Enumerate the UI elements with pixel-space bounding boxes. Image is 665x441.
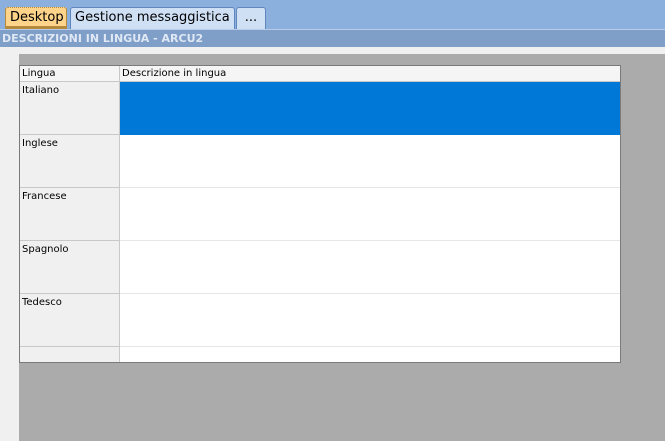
description-cell-inglese[interactable] bbox=[120, 135, 620, 188]
description-cell-tedesco[interactable] bbox=[120, 294, 620, 347]
row-header-italiano[interactable]: Italiano bbox=[20, 82, 120, 135]
language-description-grid: Lingua Descrizione in lingua Italiano In… bbox=[19, 65, 621, 363]
tab-gestione-messaggistica[interactable]: Gestione messaggistica bbox=[70, 7, 235, 29]
row-header-tedesco[interactable]: Tedesco bbox=[20, 294, 120, 347]
row-header-francese[interactable]: Francese bbox=[20, 188, 120, 241]
left-margin bbox=[0, 54, 19, 441]
description-cell-new[interactable] bbox=[120, 347, 620, 362]
description-cell-spagnolo[interactable] bbox=[120, 241, 620, 294]
tab-more[interactable]: ... bbox=[236, 7, 266, 29]
row-header-spagnolo[interactable]: Spagnolo bbox=[20, 241, 120, 294]
row-header-new[interactable] bbox=[20, 347, 120, 362]
column-header-descrizione[interactable]: Descrizione in lingua bbox=[120, 66, 620, 82]
description-cell-italiano[interactable] bbox=[120, 82, 620, 135]
page-title: DESCRIZIONI IN LINGUA - ARCU2 bbox=[0, 29, 665, 47]
column-header-lingua[interactable]: Lingua bbox=[20, 66, 120, 82]
description-cell-francese[interactable] bbox=[120, 188, 620, 241]
tab-desktop[interactable]: Desktop bbox=[5, 7, 67, 29]
row-header-inglese[interactable]: Inglese bbox=[20, 135, 120, 188]
tab-strip: Desktop Gestione messaggistica ... bbox=[0, 0, 665, 29]
